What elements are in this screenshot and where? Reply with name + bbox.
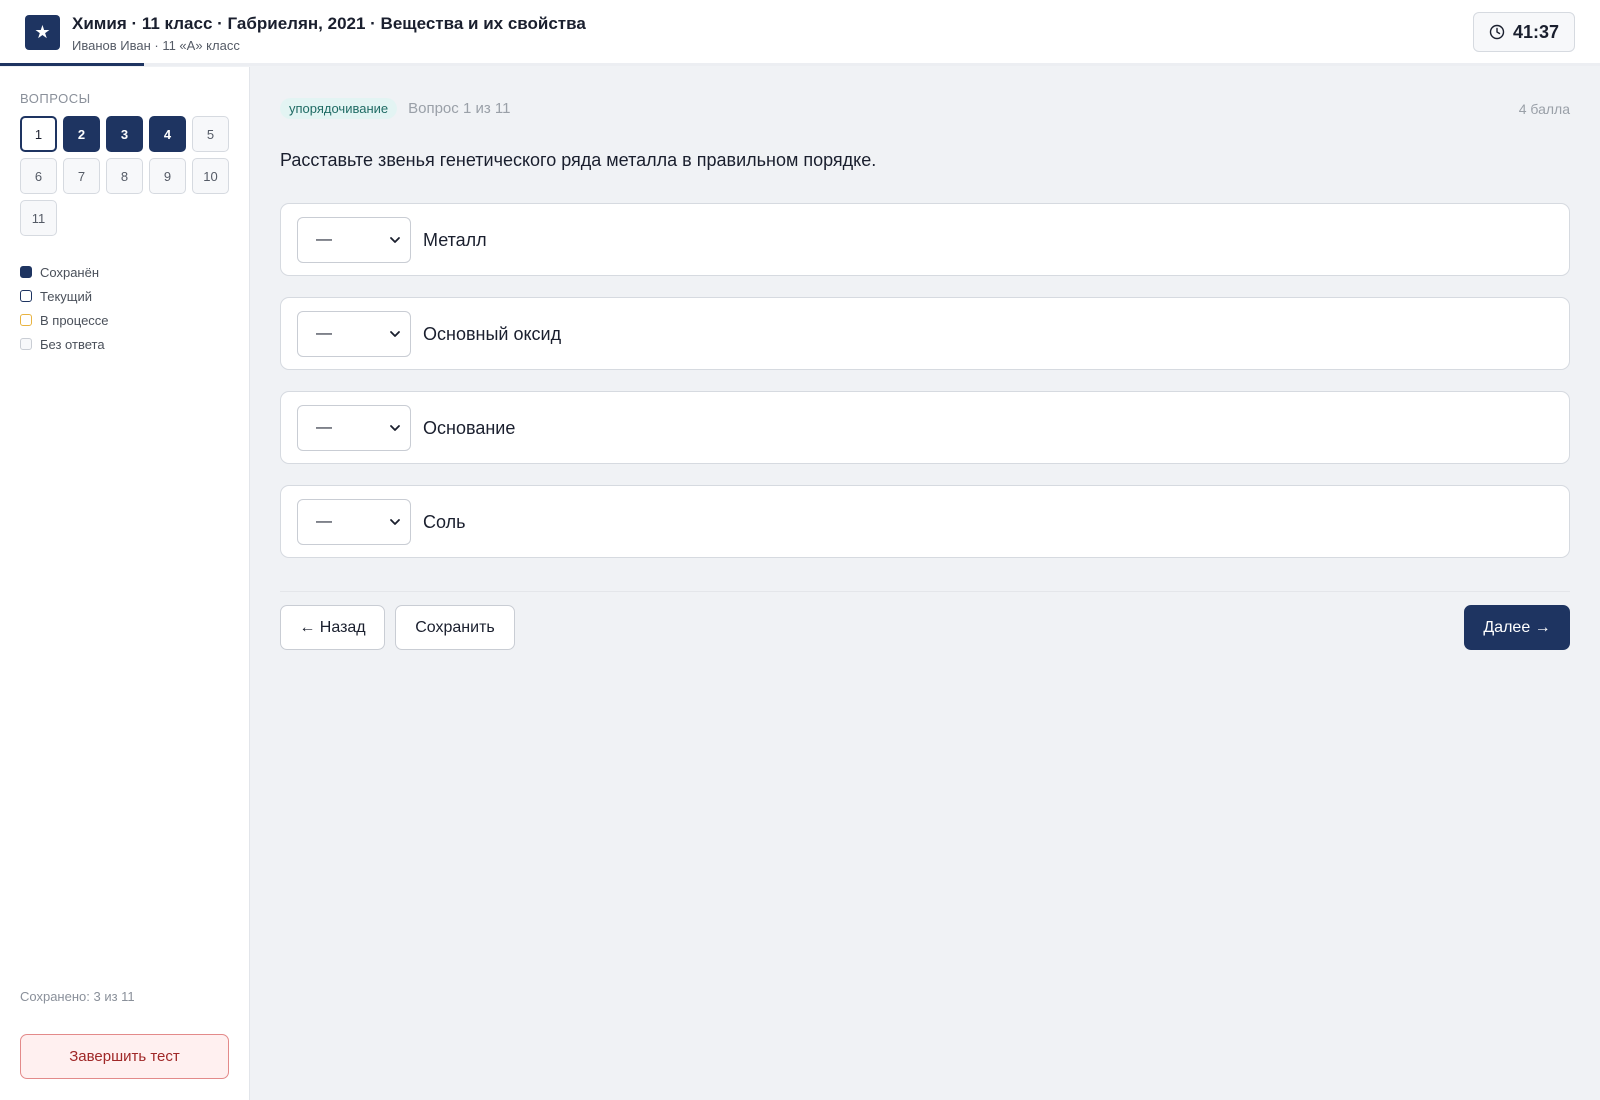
chevron-down-icon	[390, 237, 400, 243]
order-select-value: —	[316, 231, 332, 248]
legend-item: Без ответа	[20, 332, 109, 356]
question-nav-button[interactable]: 2	[63, 116, 100, 152]
test-title: Химия · 11 класс · Габриелян, 2021 · Вещ…	[72, 14, 586, 33]
chevron-down-icon	[390, 331, 400, 337]
question-nav-button[interactable]: 6	[20, 158, 57, 194]
legend-item: Сохранён	[20, 260, 109, 284]
legend-item: В процессе	[20, 308, 109, 332]
question-meta: упорядочивание Вопрос 1 из 11	[280, 98, 510, 119]
legend-swatch	[20, 266, 32, 278]
sidebar-title: ВОПРОСЫ	[20, 91, 91, 106]
progress-bar-fill	[0, 63, 144, 66]
timer: 41:37	[1473, 12, 1575, 52]
star-logo-icon: ★	[25, 15, 60, 50]
question-nav-button[interactable]: 9	[149, 158, 186, 194]
order-select[interactable]: —	[297, 405, 411, 451]
legend-label: Сохранён	[40, 264, 100, 280]
question-nav-button[interactable]: 1	[20, 116, 57, 152]
top-bar: ★ Химия · 11 класс · Габриелян, 2021 · В…	[0, 0, 1600, 66]
order-select-value: —	[316, 513, 332, 530]
ordering-item: — Металл	[280, 203, 1570, 276]
save-button[interactable]: Сохранить	[395, 605, 515, 650]
legend-label: Без ответа	[40, 336, 105, 352]
ordering-item: — Соль	[280, 485, 1570, 558]
question-nav-button[interactable]: 11	[20, 200, 57, 236]
ordering-item: — Основный оксид	[280, 297, 1570, 370]
saved-count: Сохранено: 3 из 11	[20, 989, 135, 1004]
order-select-value: —	[316, 419, 332, 436]
chevron-down-icon	[390, 425, 400, 431]
timer-value: 41:37	[1512, 21, 1560, 42]
question-sidebar: ВОПРОСЫ 1 2 3 4 5 6 7 8 9 10 11 Сохранён Текущий В п…	[0, 67, 250, 1100]
question-nav-button[interactable]: 5	[192, 116, 229, 152]
next-button[interactable]: Далее →	[1464, 605, 1570, 650]
legend-swatch	[20, 338, 32, 350]
question-points: 4 балла	[1518, 101, 1570, 117]
divider	[280, 591, 1570, 592]
question-type-badge: упорядочивание	[280, 98, 398, 119]
progress-bar	[0, 63, 1600, 66]
legend-label: В процессе	[40, 312, 109, 328]
question-nav-button[interactable]: 7	[63, 158, 100, 194]
clock-icon	[1489, 24, 1505, 40]
legend-swatch	[20, 314, 32, 326]
chevron-down-icon	[390, 519, 400, 525]
order-select[interactable]: —	[297, 217, 411, 263]
order-select[interactable]: —	[297, 311, 411, 357]
legend-label: Текущий	[40, 288, 92, 304]
order-select[interactable]: —	[297, 499, 411, 545]
ordering-items: — Металл — Основный оксид — Основание — Соль	[280, 203, 1570, 579]
question-nav-button[interactable]: 4	[149, 116, 186, 152]
question-grid: 1 2 3 4 5 6 7 8 9 10 11	[20, 116, 230, 236]
legend-swatch	[20, 290, 32, 302]
question-nav-button[interactable]: 3	[106, 116, 143, 152]
order-select-value: —	[316, 325, 332, 342]
question-number: Вопрос 1 из 11	[408, 100, 511, 117]
question-nav-button[interactable]: 10	[192, 158, 229, 194]
finish-test-button[interactable]: Завершить тест	[20, 1034, 229, 1079]
status-legend: Сохранён Текущий В процессе Без ответа	[20, 260, 109, 356]
ordering-item-label: Металл	[423, 230, 487, 250]
ordering-item-label: Основный оксид	[423, 324, 562, 344]
question-text: Расставьте звенья генетического ряда мет…	[280, 150, 877, 170]
back-button[interactable]: ← Назад	[280, 605, 385, 650]
question-panel: упорядочивание Вопрос 1 из 11 4 балла Ра…	[280, 67, 1570, 1100]
ordering-item: — Основание	[280, 391, 1570, 464]
ordering-item-label: Соль	[423, 512, 466, 532]
ordering-item-label: Основание	[423, 418, 516, 438]
question-nav-button[interactable]: 8	[106, 158, 143, 194]
legend-item: Текущий	[20, 284, 109, 308]
student-info: Иванов Иван · 11 «А» класс	[72, 38, 240, 53]
